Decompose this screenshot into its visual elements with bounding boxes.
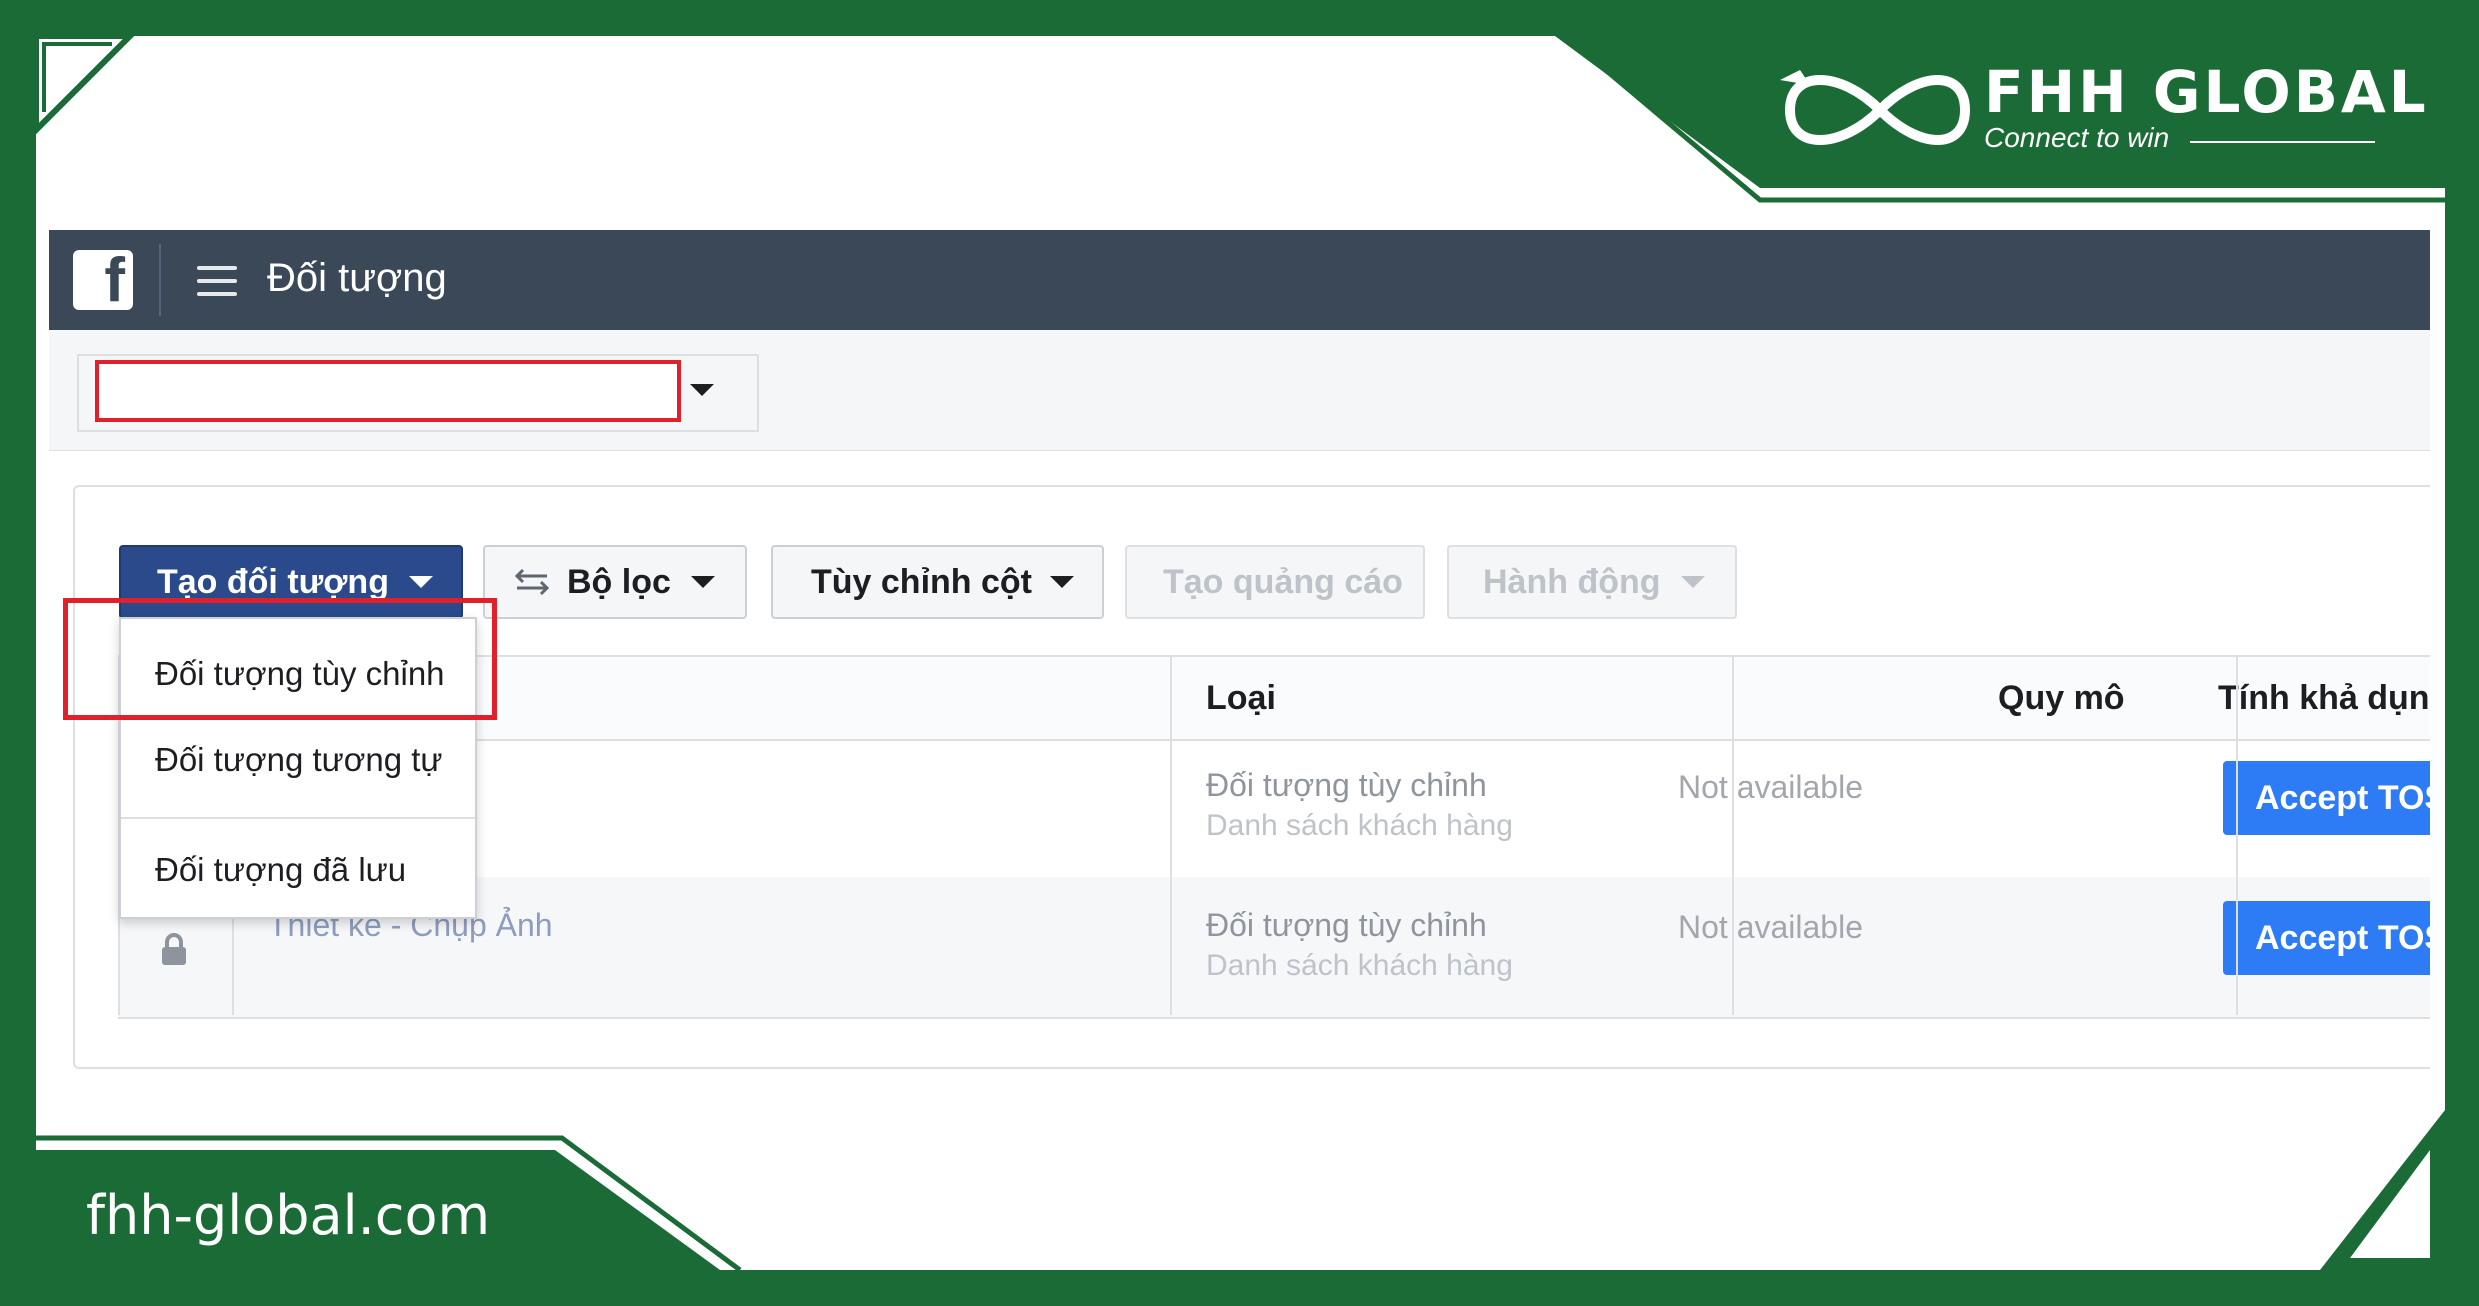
create-ad-button[interactable]: Tạo quảng cáo: [1125, 545, 1425, 619]
audience-type: Đối tượng tùy chỉnh: [1206, 767, 1487, 803]
actions-label: Hành động: [1483, 562, 1661, 601]
brand-tagline: Connect to win: [1984, 122, 2170, 153]
filter-button[interactable]: Bộ lọc: [483, 545, 747, 619]
topbar-divider: [159, 244, 161, 316]
lock-icon: [162, 933, 186, 965]
audience-subtype: Danh sách khách hàng: [1206, 949, 1513, 982]
column-header-size[interactable]: Quy mô: [1998, 679, 2125, 718]
menu-item-saved-audience[interactable]: Đối tượng đã lưu: [155, 851, 406, 889]
create-audience-label: Tạo đối tượng: [157, 562, 389, 601]
top-bar: f Đối tượng: [49, 230, 2430, 330]
menu-icon[interactable]: [197, 266, 237, 296]
accept-tos-button[interactable]: Accept TOS: [2223, 901, 2430, 975]
chevron-down-icon[interactable]: [690, 384, 714, 396]
customize-columns-label: Tùy chỉnh cột: [811, 562, 1032, 601]
create-ad-label: Tạo quảng cáo: [1163, 562, 1403, 601]
menu-item-lookalike-audience[interactable]: Đối tượng tương tự: [155, 741, 443, 779]
audience-type: Đối tượng tùy chỉnh: [1206, 907, 1487, 943]
column-divider: [1732, 655, 1734, 1015]
page-title: Đối tượng: [267, 256, 447, 300]
audience-subtype: Danh sách khách hàng: [1206, 809, 1513, 842]
customize-columns-button[interactable]: Tùy chỉnh cột: [771, 545, 1104, 619]
column-divider: [2236, 655, 2238, 1015]
audience-size: Not available: [1678, 909, 1863, 945]
accept-tos-button[interactable]: Accept TOS: [2223, 761, 2430, 835]
account-name-field[interactable]: [95, 360, 681, 422]
column-header-availability[interactable]: Tính khả dụng: [2218, 679, 2430, 718]
column-header-type[interactable]: Loại: [1206, 679, 1276, 718]
chevron-down-icon: [408, 576, 433, 588]
chevron-down-icon: [690, 576, 715, 588]
chevron-down-icon: [1680, 576, 1705, 588]
filter-sliders-icon: [515, 568, 549, 596]
brand-name: FHH GLOBAL: [1984, 58, 2429, 126]
facebook-logo-icon[interactable]: f: [73, 246, 133, 315]
audiences-app: f Đối tượng Tạo đối tượng Bộ lọc Tùy chỉ…: [49, 230, 2430, 1124]
actions-button[interactable]: Hành động: [1447, 545, 1737, 619]
filter-label: Bộ lọc: [567, 562, 671, 601]
website-url: fhh-global.com: [86, 1184, 491, 1247]
menu-divider: [121, 817, 475, 819]
audience-size: Not available: [1678, 769, 1863, 805]
highlight-box: [63, 598, 497, 720]
chevron-down-icon: [1050, 576, 1074, 588]
column-divider: [1170, 655, 1172, 1015]
